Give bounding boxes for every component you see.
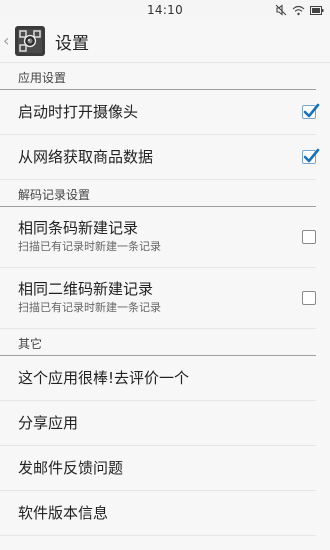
wifi-icon xyxy=(292,5,305,15)
pref-title: 分享应用 xyxy=(18,414,79,432)
pref-version-info[interactable]: 软件版本信息 xyxy=(0,491,316,536)
pref-title: 启动时打开摄像头 xyxy=(18,103,139,121)
pref-title: 相同条码新建记录 xyxy=(18,219,139,237)
mute-icon xyxy=(275,4,287,16)
pref-same-barcode-new-record[interactable]: 相同条码新建记录 扫描已有记录时新建一条记录 xyxy=(0,207,316,268)
pref-open-camera-on-start[interactable]: 启动时打开摄像头 xyxy=(0,90,320,135)
section-header-label: 应用设置 xyxy=(18,71,67,85)
checkbox-same-barcode[interactable] xyxy=(302,230,316,244)
pref-email-feedback[interactable]: 发邮件反馈问题 xyxy=(0,446,316,491)
pref-title: 发邮件反馈问题 xyxy=(18,459,124,477)
pref-title: 这个应用很棒!去评价一个 xyxy=(18,369,190,387)
section-header-decode-records: 解码记录设置 xyxy=(0,180,316,207)
pref-summary: 扫描已有记录时新建一条记录 xyxy=(18,240,161,253)
section-header-other: 其它 xyxy=(0,329,316,356)
checkbox-fetch-product-data[interactable] xyxy=(302,148,320,164)
status-icons xyxy=(275,3,324,17)
section-header-label: 解码记录设置 xyxy=(18,188,91,202)
pref-title: 软件版本信息 xyxy=(18,504,109,522)
checkmark-icon xyxy=(303,148,320,163)
pref-share-app[interactable]: 分享应用 xyxy=(0,401,316,446)
settings-list: 应用设置 启动时打开摄像头 从网络获取商品数据 解码记录设置 相同条码新建记录 … xyxy=(0,63,330,536)
pref-summary: 扫描已有记录时新建一条记录 xyxy=(18,301,161,314)
status-bar: 14:10 xyxy=(0,0,330,20)
section-header-label: 其它 xyxy=(18,337,43,351)
back-icon[interactable]: ‹ xyxy=(3,33,13,49)
pref-title: 相同二维码新建记录 xyxy=(18,280,154,298)
battery-icon xyxy=(310,5,324,15)
section-header-app-settings: 应用设置 xyxy=(0,63,316,90)
pref-title: 从网络获取商品数据 xyxy=(18,148,154,166)
status-time: 14:10 xyxy=(146,3,184,17)
page-title: 设置 xyxy=(55,33,89,54)
qr-scanner-app-icon[interactable] xyxy=(15,26,45,56)
checkbox-open-camera[interactable] xyxy=(302,103,320,119)
pref-rate-app[interactable]: 这个应用很棒!去评价一个 xyxy=(0,356,316,401)
app-bar: ‹ 设置 xyxy=(0,20,330,63)
checkmark-icon xyxy=(303,103,320,118)
checkbox-same-qrcode[interactable] xyxy=(302,291,316,305)
pref-same-qrcode-new-record[interactable]: 相同二维码新建记录 扫描已有记录时新建一条记录 xyxy=(0,268,316,329)
pref-fetch-product-data[interactable]: 从网络获取商品数据 xyxy=(0,135,320,180)
